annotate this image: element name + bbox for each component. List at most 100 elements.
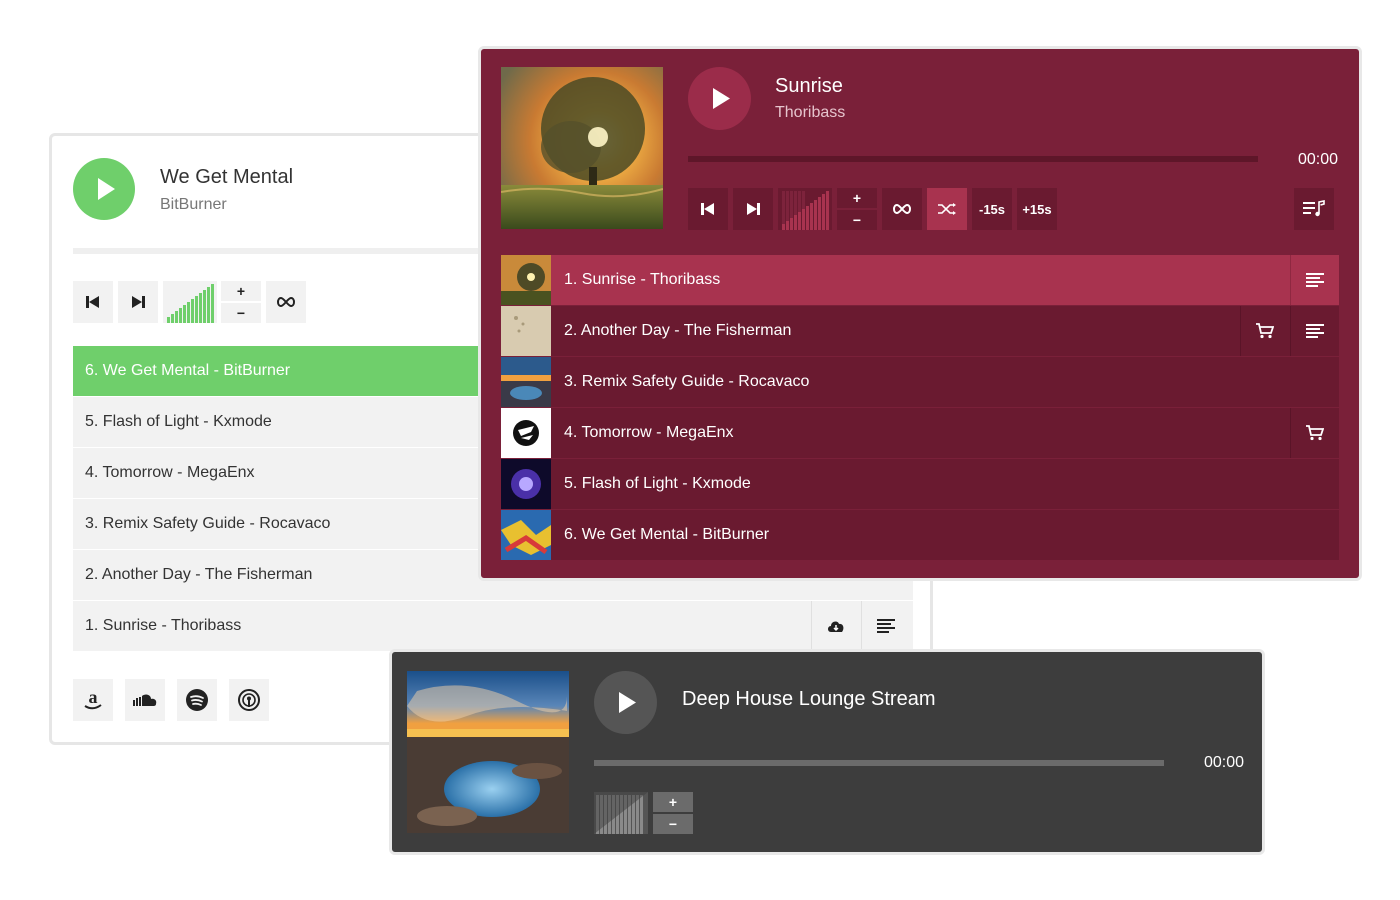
list-item-label: 2. Another Day - The Fisherman xyxy=(564,322,792,339)
list-item-label: 2. Another Day - The Fisherman xyxy=(85,566,313,583)
plasma-thumb xyxy=(501,459,551,509)
list-item-label: 3. Remix Safety Guide - Rocavaco xyxy=(85,515,331,532)
previous-button[interactable] xyxy=(73,281,113,323)
list-item[interactable]: 1. Sunrise - Thoribass xyxy=(501,255,1339,305)
volume-down-button[interactable]: − xyxy=(221,303,261,323)
list-item-label: 6. We Get Mental - BitBurner xyxy=(85,362,291,379)
track-thumbnail xyxy=(501,510,551,560)
infinity-icon xyxy=(893,203,911,215)
track-thumbnail xyxy=(501,408,551,458)
list-item-label: 1. Sunrise - Thoribass xyxy=(564,271,721,288)
maroon-playlist: 1. Sunrise - Thoribass 2. Another Day - … xyxy=(501,255,1339,561)
volume-up-button[interactable]: + xyxy=(221,281,261,301)
volume-bars-icon xyxy=(167,284,214,323)
cart-icon xyxy=(1256,323,1274,339)
next-icon xyxy=(132,296,145,308)
sand-thumb xyxy=(501,306,551,356)
next-button[interactable] xyxy=(118,281,158,323)
track-thumbnail xyxy=(501,306,551,356)
volume-up-button[interactable]: + xyxy=(837,188,877,208)
album-cover xyxy=(501,67,663,229)
maroon-player: Sunrise Thoribass 00:00 + − -15s +15s 1.… xyxy=(478,46,1362,581)
previous-icon xyxy=(86,296,99,308)
amazon-icon: a xyxy=(84,689,102,710)
list-item-label: 5. Flash of Light - Kxmode xyxy=(564,475,751,492)
lyrics-icon xyxy=(1306,324,1324,338)
volume-down-button[interactable]: − xyxy=(653,814,693,834)
next-button[interactable] xyxy=(733,188,773,230)
track-title: Sunrise xyxy=(775,75,843,97)
list-item-label: 1. Sunrise - Thoribass xyxy=(85,617,242,634)
podcast-icon xyxy=(238,689,260,711)
track-title: We Get Mental xyxy=(160,166,294,188)
playlist-icon xyxy=(1303,200,1325,217)
list-item[interactable]: 1. Sunrise - Thoribass xyxy=(73,601,913,651)
list-item-label: 6. We Get Mental - BitBurner xyxy=(564,526,770,543)
spotify-button[interactable] xyxy=(177,679,217,721)
list-item[interactable]: 2. Another Day - The Fisherman xyxy=(501,306,1339,356)
list-item[interactable]: 3. Remix Safety Guide - Rocavaco xyxy=(501,357,1339,407)
shuffle-button[interactable] xyxy=(927,188,967,230)
volume-bars-icon xyxy=(594,792,648,834)
play-icon xyxy=(619,692,636,713)
track-artist: Thoribass xyxy=(775,104,846,121)
volume-down-button[interactable]: − xyxy=(837,210,877,230)
volume-meter[interactable] xyxy=(594,792,648,834)
svg-text:a: a xyxy=(89,689,98,707)
podcast-button[interactable] xyxy=(229,679,269,721)
amazon-button[interactable]: a xyxy=(73,679,113,721)
volume-meter[interactable] xyxy=(778,188,832,230)
progress-bar[interactable] xyxy=(688,156,1258,162)
lyrics-button[interactable] xyxy=(1290,306,1339,356)
track-thumbnail xyxy=(501,459,551,509)
volume-bars-icon xyxy=(782,191,829,230)
list-item[interactable]: 6. We Get Mental - BitBurner xyxy=(501,510,1339,560)
skip-back-button[interactable]: -15s xyxy=(972,188,1012,230)
download-button[interactable] xyxy=(811,601,860,651)
lyrics-button[interactable] xyxy=(861,601,910,651)
repeat-button[interactable] xyxy=(266,281,306,323)
lyrics-icon xyxy=(1306,273,1324,287)
progress-bar[interactable] xyxy=(594,760,1164,766)
coastal-sunset-cover xyxy=(407,671,569,833)
coast-thumb xyxy=(501,357,551,407)
volume-meter[interactable] xyxy=(163,281,217,323)
sunrise-thumb xyxy=(501,255,551,305)
playlist-toggle-button[interactable] xyxy=(1294,188,1334,230)
cloud-download-icon xyxy=(828,621,844,632)
play-button[interactable] xyxy=(73,158,135,220)
shuffle-icon xyxy=(938,203,956,215)
spotify-icon xyxy=(186,689,208,711)
skip-forward-button[interactable]: +15s xyxy=(1017,188,1057,230)
lyrics-button[interactable] xyxy=(1290,255,1339,305)
track-artist: BitBurner xyxy=(160,196,227,213)
list-item-label: 4. Tomorrow - MegaEnx xyxy=(85,464,255,481)
elapsed-time: 00:00 xyxy=(1298,151,1339,168)
list-item-label: 5. Flash of Light - Kxmode xyxy=(85,413,272,430)
play-icon xyxy=(713,88,730,109)
infinity-icon xyxy=(277,296,295,308)
dark-player: Deep House Lounge Stream 00:00 + − xyxy=(389,649,1265,855)
track-thumbnail xyxy=(501,255,551,305)
list-item-label: 3. Remix Safety Guide - Rocavaco xyxy=(564,373,810,390)
graffiti-thumb xyxy=(501,510,551,560)
buy-button[interactable] xyxy=(1290,408,1339,458)
soundcloud-icon xyxy=(133,694,157,706)
stream-title: Deep House Lounge Stream xyxy=(682,688,936,710)
sunrise-tree-cover xyxy=(501,67,663,229)
previous-icon xyxy=(701,203,714,215)
buy-button[interactable] xyxy=(1240,306,1289,356)
soundcloud-button[interactable] xyxy=(125,679,165,721)
album-cover xyxy=(407,671,569,833)
list-item[interactable]: 4. Tomorrow - MegaEnx xyxy=(501,408,1339,458)
elapsed-time: 00:00 xyxy=(1204,754,1245,771)
list-item[interactable]: 5. Flash of Light - Kxmode xyxy=(501,459,1339,509)
play-icon xyxy=(98,178,115,200)
repeat-button[interactable] xyxy=(882,188,922,230)
previous-button[interactable] xyxy=(688,188,728,230)
volume-up-button[interactable]: + xyxy=(653,792,693,812)
play-button[interactable] xyxy=(594,671,657,734)
lyrics-icon xyxy=(877,619,895,633)
play-button[interactable] xyxy=(688,67,751,130)
logo-thumb xyxy=(501,408,551,458)
